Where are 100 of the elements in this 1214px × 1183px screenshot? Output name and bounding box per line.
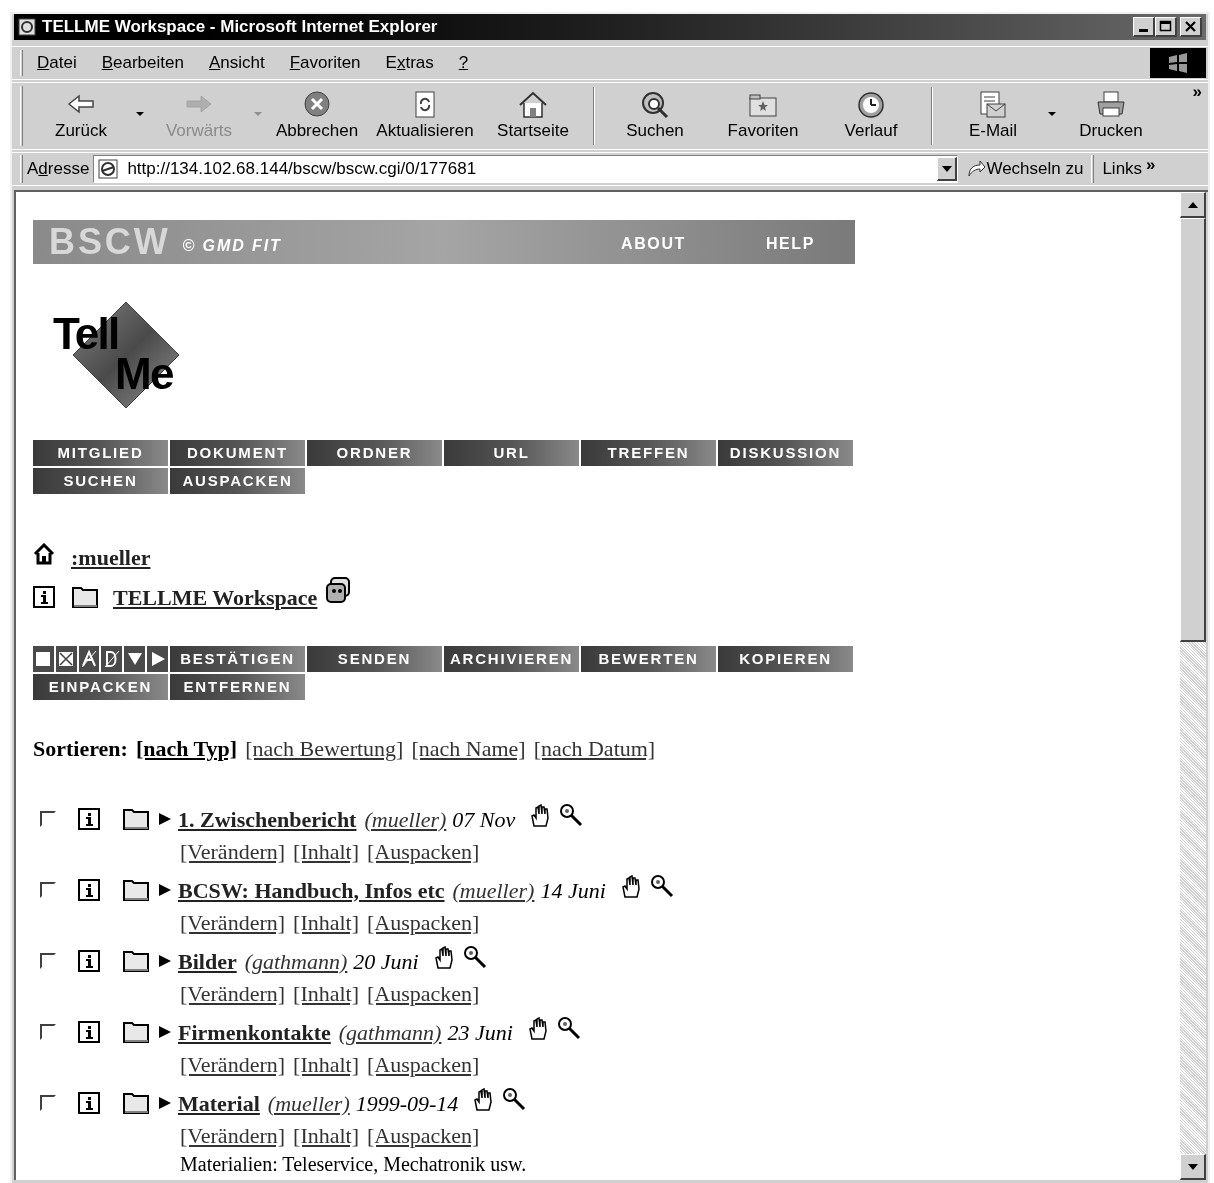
owner-link[interactable]: (mueller) [267, 1086, 350, 1120]
menu-item[interactable]: ? [458, 50, 469, 76]
select-none-button[interactable] [55, 646, 77, 672]
menu-item[interactable]: Ansicht [208, 50, 265, 76]
scroll-down-button[interactable] [1180, 1154, 1206, 1180]
magnifier-icon [556, 1016, 581, 1040]
more-button[interactable]: » [1146, 152, 1156, 178]
action-button[interactable]: SENDEN [307, 646, 442, 672]
scroll-thumb[interactable] [1180, 218, 1206, 642]
folder-icon [122, 949, 150, 973]
item-action-link[interactable]: [Inhalt] [293, 1047, 360, 1081]
home-icon [517, 90, 549, 118]
toolbar-button[interactable]: Abbrechen [263, 86, 371, 146]
nav-button[interactable]: DISKUSSION [718, 440, 853, 466]
sort-link[interactable]: [nach Datum] [533, 731, 656, 765]
item-link[interactable]: Bilder [178, 944, 237, 978]
dropdown-button[interactable] [937, 157, 958, 181]
toolbar-button[interactable]: E-Mail [939, 86, 1057, 146]
action-button[interactable]: ARCHIVIEREN [444, 646, 579, 672]
date-text: 14 Juni [540, 876, 606, 905]
item-action-link[interactable]: [Auspacken] [367, 905, 480, 939]
go-button[interactable]: Wechseln zu [966, 156, 1084, 182]
mail-icon [977, 90, 1009, 118]
item-action-link[interactable]: [Verändern] [180, 834, 286, 868]
sort-link[interactable]: [nach Bewertung] [245, 731, 404, 765]
item-link[interactable]: BCSW: Handbuch, Infos etc [178, 873, 445, 907]
item-link[interactable]: Material [178, 1086, 260, 1120]
nav-button[interactable]: ORDNER [307, 440, 442, 466]
toolbar-button[interactable]: Suchen [601, 86, 709, 146]
item-action-link[interactable]: [Verändern] [180, 905, 286, 939]
search-icon [639, 90, 671, 118]
action-button[interactable]: EINPACKEN [33, 674, 168, 700]
action-button[interactable]: ENTFERNEN [170, 674, 305, 700]
nav-button[interactable]: MITGLIED [33, 440, 168, 466]
address-field[interactable]: http://134.102.68.144/bscw/bscw.cgi/0/177681 [93, 155, 959, 183]
breadcrumb-link[interactable]: :mueller [71, 540, 151, 574]
folder-icon [122, 807, 150, 831]
toolbar-button[interactable]: Drucken [1057, 86, 1165, 146]
scrollbar[interactable] [1180, 192, 1206, 1180]
owner-link[interactable]: (mueller) [452, 873, 535, 907]
item-action-link[interactable]: [Verändern] [180, 976, 286, 1010]
item-action-link[interactable]: [Inhalt] [293, 834, 360, 868]
action-button[interactable]: KOPIEREN [718, 646, 853, 672]
owner-link[interactable]: (gathmann) [244, 944, 348, 978]
info-icon [78, 1092, 100, 1114]
owner-link[interactable]: (mueller) [364, 802, 447, 836]
info-icon [78, 879, 100, 901]
toolbar-button[interactable]: Startseite [479, 86, 587, 146]
menu-item[interactable]: Datei [37, 50, 77, 76]
menu-item[interactable]: Extras [385, 50, 434, 76]
breadcrumb-link[interactable]: TELLME Workspace [113, 580, 318, 614]
item-link[interactable]: Firmenkontakte [178, 1015, 331, 1049]
nav-button[interactable]: AUSPACKEN [170, 468, 305, 494]
banner-link[interactable]: HELP [765, 232, 815, 256]
item-action-link[interactable]: [Inhalt] [293, 905, 360, 939]
menu-item[interactable]: Bearbeiten [101, 50, 184, 76]
item-action-link[interactable]: [Auspacken] [367, 1047, 480, 1081]
nav-button[interactable]: URL [444, 440, 579, 466]
play-icon [158, 1025, 172, 1039]
hand-icon [526, 1017, 549, 1041]
links-button[interactable]: Links [1102, 156, 1143, 182]
copyright-text: © GMD FIT [182, 236, 282, 256]
more-button[interactable]: » [1192, 79, 1202, 105]
item-link[interactable]: 1. Zwischenbericht [178, 802, 357, 836]
item-action-link[interactable]: [Auspacken] [367, 834, 480, 868]
nav-button[interactable]: SUCHEN [33, 468, 168, 494]
right-triangle-button[interactable] [147, 646, 168, 672]
caret-icon [254, 111, 262, 117]
toolbar-button[interactable]: Aktualisieren [371, 86, 479, 146]
window-title: TELLME Workspace - Microsoft Internet Explorer [42, 16, 439, 39]
down-triangle-button[interactable] [124, 646, 146, 672]
item-action-link[interactable]: [Verändern] [180, 1047, 286, 1081]
select-all-button[interactable] [33, 646, 54, 672]
toolbar-button[interactable]: Zurück [27, 86, 145, 146]
minimize-button[interactable] [1133, 17, 1155, 37]
action-button[interactable]: BESTÄTIGEN [170, 646, 305, 672]
date-text: 07 Nov [452, 805, 516, 834]
info-icon [78, 950, 100, 972]
menu-item[interactable]: Favoriten [289, 50, 361, 76]
curved-arrow-icon [966, 159, 987, 179]
nav-button[interactable]: DOKUMENT [170, 440, 305, 466]
owner-link[interactable]: (gathmann) [338, 1015, 442, 1049]
item-action-link[interactable]: [Verändern] [180, 1118, 286, 1152]
sort-ascending-button[interactable] [78, 646, 100, 672]
item-action-link[interactable]: [Inhalt] [293, 1118, 360, 1152]
action-button[interactable]: BEWERTEN [581, 646, 716, 672]
info-icon [78, 808, 100, 830]
date-text: 23 Juni [447, 1018, 513, 1047]
maximize-button[interactable] [1155, 17, 1177, 37]
toolbar-button[interactable]: Verlauf [817, 86, 925, 146]
item-action-link[interactable]: [Auspacken] [367, 1118, 480, 1152]
item-action-link[interactable]: [Inhalt] [293, 976, 360, 1010]
sort-link[interactable]: [nach Name] [411, 731, 526, 765]
sort-descending-button[interactable] [101, 646, 123, 672]
toolbar-button[interactable]: Favoriten [709, 86, 817, 146]
item-action-link[interactable]: [Auspacken] [367, 976, 480, 1010]
scroll-up-button[interactable] [1180, 192, 1206, 218]
close-button[interactable] [1180, 17, 1202, 37]
sort-link[interactable]: [nach Typ] [135, 731, 238, 765]
nav-button[interactable]: TREFFEN [581, 440, 716, 466]
